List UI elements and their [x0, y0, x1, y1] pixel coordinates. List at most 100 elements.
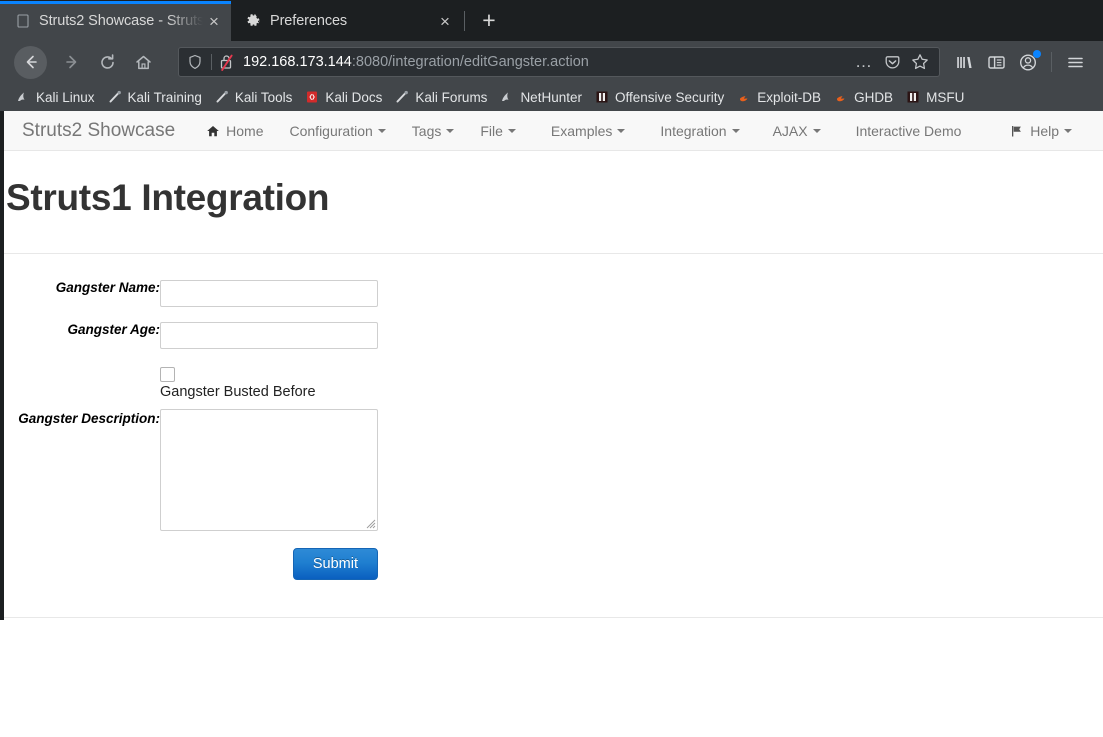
toolbar-separator [1051, 52, 1052, 72]
page-left-edge-strip [0, 111, 4, 620]
tab-close-icon[interactable]: × [203, 10, 225, 32]
bookmarks-bar: Kali Linux Kali Training Kali Tools Kali… [0, 83, 1103, 111]
bookmark-ghdb[interactable]: GHDB [827, 86, 899, 108]
chevron-down-icon [812, 128, 821, 133]
bookmark-kali-forums[interactable]: Kali Forums [388, 86, 493, 108]
back-button[interactable] [14, 45, 47, 79]
bookmark-label: Kali Forums [415, 89, 488, 105]
home-button[interactable] [127, 46, 160, 79]
nav-item-help[interactable]: Help [997, 111, 1085, 151]
url-host: 192.168.173.144 [243, 54, 352, 70]
offsec-icon [594, 89, 610, 105]
page-title: Struts1 Integration [6, 177, 330, 218]
gangster-form: Gangster Name: Gangster Age: Gangster Bu… [0, 254, 1103, 580]
page-favicon [14, 13, 31, 30]
new-tab-button[interactable]: + [471, 3, 507, 39]
offsec-icon [905, 89, 921, 105]
reload-button[interactable] [91, 46, 124, 79]
exploitdb-flame-icon [736, 89, 752, 105]
form-row-spacer-2 [0, 349, 378, 364]
gangster-description-textarea[interactable] [160, 409, 378, 531]
bookmark-label: GHDB [854, 89, 894, 105]
nav-item-label: Help [1030, 122, 1059, 139]
forward-button[interactable] [55, 46, 88, 79]
bookmark-label: Kali Docs [325, 89, 383, 105]
gangster-name-input[interactable] [160, 280, 378, 307]
chevron-down-icon [446, 128, 455, 133]
nav-item-label: Home [226, 122, 264, 139]
account-notification-badge [1033, 50, 1041, 58]
bookmark-kali-docs[interactable]: Kali Docs [298, 86, 388, 108]
app-navbar: Struts2 Showcase Home Configuration Tags… [0, 111, 1103, 151]
bookmark-label: Kali Training [127, 89, 202, 105]
chevron-down-icon [377, 128, 386, 133]
nav-right-group: Help [997, 111, 1085, 151]
tab-close-icon[interactable]: × [434, 10, 456, 32]
bookmark-star-icon[interactable] [907, 49, 933, 75]
gangster-busted-checkbox[interactable] [160, 367, 175, 382]
bookmark-kali-training[interactable]: Kali Training [101, 86, 208, 108]
nav-item-label: Tags [411, 122, 442, 139]
kali-tool-icon [214, 89, 230, 105]
library-icon[interactable] [948, 46, 980, 78]
sidebar-icon[interactable] [980, 46, 1012, 78]
nav-item-file[interactable]: File [467, 111, 529, 151]
url-bar[interactable]: 192.168.173.144:8080/integration/editGan… [178, 47, 940, 77]
nav-item-ajax[interactable]: AJAX [753, 111, 834, 151]
submit-cell: Submit [160, 548, 378, 580]
submit-label-cell [0, 548, 160, 580]
chevron-down-icon [731, 128, 740, 133]
tab-strip: Struts2 Showcase - Struts1 In × Preferen… [0, 0, 1103, 41]
nav-item-label: Integration [660, 122, 727, 139]
nav-item-configuration[interactable]: Configuration [277, 111, 399, 151]
nav-item-label: Interactive Demo [855, 122, 962, 139]
bookmark-kali-linux[interactable]: Kali Linux [9, 86, 101, 108]
kali-tool-icon [107, 89, 123, 105]
gangster-age-input[interactable] [160, 322, 378, 349]
form-row-spacer-3 [0, 400, 378, 409]
bookmark-msfu[interactable]: MSFU [899, 86, 970, 108]
bookmark-nethunter[interactable]: NetHunter [493, 86, 588, 108]
broken-lock-icon[interactable] [219, 54, 234, 71]
kali-dragon-icon [15, 89, 31, 105]
flag-icon [1010, 124, 1024, 138]
bookmark-label: Offensive Security [614, 89, 725, 105]
nav-item-examples[interactable]: Examples [529, 111, 638, 151]
kali-docs-book-icon [304, 89, 320, 105]
form-row-name: Gangster Name: [0, 280, 378, 307]
bookmark-kali-tools[interactable]: Kali Tools [208, 86, 299, 108]
page-actions-icon[interactable]: … [851, 49, 877, 75]
chevron-down-icon [617, 128, 626, 133]
account-icon[interactable] [1012, 46, 1044, 78]
footer-divider [0, 617, 1103, 618]
form-row-spacer-4 [0, 531, 378, 548]
app-brand[interactable]: Struts2 Showcase [22, 120, 175, 142]
gangster-busted-label-cell [0, 364, 160, 400]
url-bar-actions: … [851, 49, 933, 75]
gangster-description-cell [160, 409, 378, 531]
nav-item-label: File [480, 122, 503, 139]
nav-item-label: Examples [550, 122, 613, 139]
url-path: :8080/integration/editGangster.action [351, 54, 589, 70]
nav-item-tags[interactable]: Tags [399, 111, 468, 151]
pocket-icon[interactable] [879, 49, 905, 75]
bookmark-offensive-security[interactable]: Offensive Security [588, 86, 730, 108]
nav-item-label: Configuration [289, 122, 373, 139]
bookmark-exploit-db[interactable]: Exploit-DB [730, 86, 827, 108]
submit-button[interactable]: Submit [292, 548, 378, 580]
bookmark-label: Kali Tools [234, 89, 293, 105]
nav-item-integration[interactable]: Integration [638, 111, 752, 151]
nav-item-interactive-demo[interactable]: Interactive Demo [834, 111, 975, 151]
bookmark-label: NetHunter [520, 89, 582, 105]
textarea-wrapper [160, 409, 378, 531]
browser-tab-struts2-showcase[interactable]: Struts2 Showcase - Struts1 In × [0, 1, 231, 41]
toolbar-right-buttons [948, 46, 1095, 78]
tab-separator [464, 10, 465, 31]
browser-tab-preferences[interactable]: Preferences × [231, 1, 462, 41]
tab-title: Struts2 Showcase - Struts1 In [39, 13, 203, 29]
gear-icon [245, 13, 262, 30]
shield-icon[interactable] [187, 54, 203, 70]
nav-item-home[interactable]: Home [193, 111, 276, 151]
form-table: Gangster Name: Gangster Age: Gangster Bu… [0, 280, 378, 580]
hamburger-menu-icon[interactable] [1059, 46, 1091, 78]
